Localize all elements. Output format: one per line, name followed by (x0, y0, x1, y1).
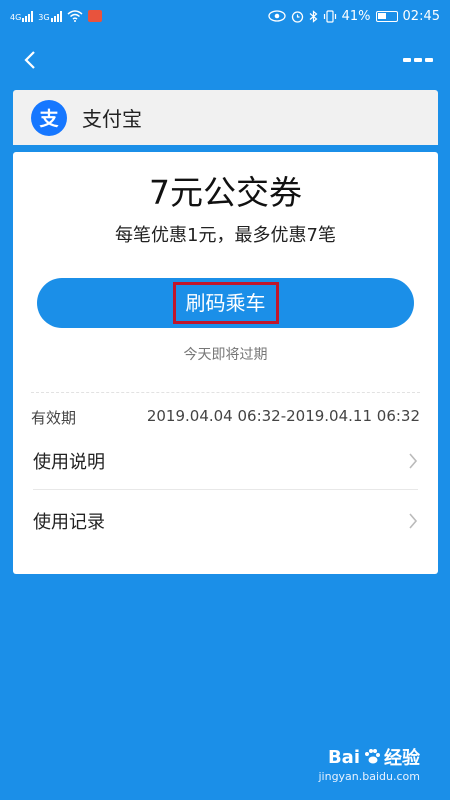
more-dots-icon (403, 58, 411, 62)
back-button[interactable] (14, 46, 46, 74)
validity-label: 有效期 (31, 409, 77, 427)
signal-bars-icon (22, 10, 34, 22)
scan-to-ride-button[interactable]: 刷码乘车 (37, 278, 414, 328)
more-options-button[interactable] (400, 46, 436, 74)
paw-icon (365, 749, 380, 764)
merchant-name: 支付宝 (82, 107, 142, 131)
list-item-label: 使用记录 (33, 512, 105, 533)
watermark-suffix: 经验 (384, 748, 420, 769)
list-item-usage-instructions[interactable]: 使用说明 (33, 431, 418, 491)
status-right: 41% 02:45 (267, 8, 440, 24)
more-dots-icon (414, 58, 422, 62)
watermark-brand: Bai (327, 746, 360, 768)
clock-time: 02:45 (402, 8, 440, 24)
coupon-title: 7元公交券 (149, 173, 302, 212)
chevron-left-icon (24, 51, 35, 69)
eye-icon (267, 10, 286, 22)
navigation-bar (0, 32, 450, 88)
vibrate-icon (323, 9, 336, 23)
status-bar: 4G 3G 41% 02:45 (0, 0, 450, 32)
expire-note: 今天即将过期 (183, 347, 268, 363)
more-dots-icon (425, 58, 433, 62)
validity-value: 2019.04.04 06:32-2019.04.11 06:32 (146, 407, 420, 425)
network-type-label: 3G (38, 12, 50, 22)
alarm-icon (291, 10, 303, 23)
huawei-app-icon (87, 10, 102, 22)
battery-percent: 41% (341, 8, 371, 24)
coupon-card: 7元公交券 每笔优惠1元，最多优惠7笔 刷码乘车 今天即将过期 有效期 2019… (13, 152, 438, 574)
network-type-label: 4G (10, 12, 22, 22)
signal-4g: 4G (10, 10, 34, 22)
bluetooth-icon (309, 9, 318, 23)
watermark-url: jingyan.baidu.com (318, 770, 420, 783)
ride-button-label: 刷码乘车 (172, 282, 279, 324)
chevron-right-icon (409, 513, 418, 529)
status-left: 4G 3G (10, 10, 102, 22)
coupon-description: 每笔优惠1元，最多优惠7笔 (115, 225, 336, 246)
logo-glyph: 支 (39, 108, 59, 130)
signal-3g: 3G (38, 10, 62, 22)
battery-icon (375, 10, 398, 22)
alipay-logo-icon: 支 (31, 99, 67, 136)
signal-bars-icon (50, 10, 62, 22)
list-item-label: 使用说明 (33, 452, 105, 473)
merchant-header: 支 支付宝 (13, 90, 438, 145)
row-divider (33, 489, 418, 490)
validity-row: 有效期 2019.04.04 06:32-2019.04.11 06:32 (31, 407, 420, 428)
chevron-right-icon (409, 453, 418, 469)
wifi-icon (67, 10, 83, 22)
dashed-divider (31, 392, 420, 393)
list-item-usage-records[interactable]: 使用记录 (33, 491, 418, 551)
baidu-watermark: Bai 经验 (328, 744, 420, 770)
